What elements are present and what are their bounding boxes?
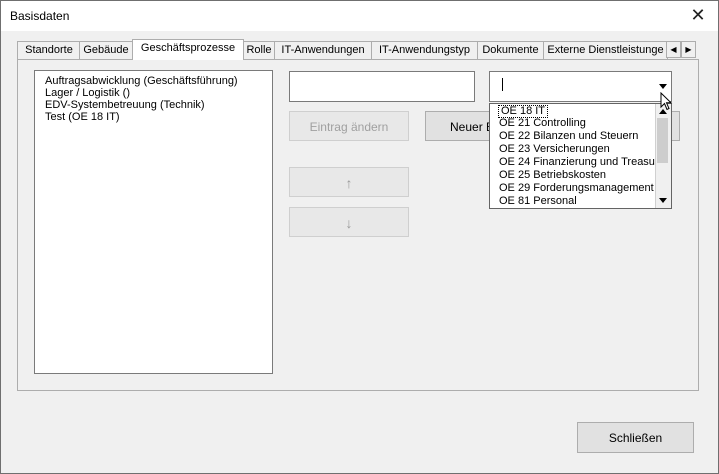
dropdown-scrollbar[interactable] <box>655 104 671 208</box>
tab-scroll-left-button[interactable]: ◀ <box>666 41 681 58</box>
chevron-left-icon: ◀ <box>670 45 677 54</box>
tab-scroll-right-button[interactable]: ▶ <box>681 41 696 58</box>
dropdown-option[interactable]: OE 24 Finanzierung und Treasury <box>499 156 664 169</box>
tab-standorte[interactable]: Standorte <box>17 41 81 59</box>
tab-gebaeude[interactable]: Gebäude <box>79 41 133 59</box>
mouse-pointer-icon <box>660 92 673 111</box>
tab-dokumente[interactable]: Dokumente <box>477 41 544 59</box>
text-caret <box>502 78 503 91</box>
dropdown-option[interactable]: OE 29 Forderungsmanagement <box>499 182 654 195</box>
list-item[interactable]: EDV-Systembetreuung (Technik) <box>45 99 205 111</box>
tab-geschaeftsprozesse[interactable]: Geschäftsprozesse <box>132 39 244 60</box>
dropdown-option[interactable]: OE 25 Betriebskosten <box>499 169 606 182</box>
dropdown-options: OE 18 IT OE 21 Controlling OE 22 Bilanze… <box>490 104 664 208</box>
list-item[interactable]: Auftragsabwicklung (Geschäftsführung) <box>45 75 238 87</box>
tab-it-anwendungen[interactable]: IT-Anwendungen <box>274 41 372 59</box>
department-combobox[interactable] <box>489 71 672 102</box>
dropdown-option[interactable]: OE 23 Versicherungen <box>499 143 610 156</box>
process-name-input[interactable] <box>289 71 475 102</box>
arrow-up-icon: ↑ <box>345 175 353 191</box>
dropdown-option[interactable]: OE 81 Personal <box>499 195 577 208</box>
list-item[interactable]: Lager / Logistik () <box>45 87 130 99</box>
arrow-down-icon: ↓ <box>345 215 353 231</box>
scroll-thumb[interactable] <box>657 118 668 163</box>
tab-externe-dienstleistungen[interactable]: Externe Dienstleistunge <box>543 41 668 59</box>
tab-it-anwendungstyp[interactable]: IT-Anwendungstyp <box>371 41 478 59</box>
move-down-button[interactable]: ↓ <box>289 207 409 237</box>
title-bar: Basisdaten ✕ <box>1 1 718 31</box>
scroll-down-icon[interactable] <box>659 198 667 203</box>
move-up-button[interactable]: ↑ <box>289 167 409 197</box>
department-dropdown-list[interactable]: OE 18 IT OE 21 Controlling OE 22 Bilanze… <box>489 103 672 209</box>
process-listbox[interactable]: Auftragsabwicklung (Geschäftsführung) La… <box>34 70 273 374</box>
chevron-right-icon: ▶ <box>685 45 692 54</box>
close-icon[interactable]: ✕ <box>686 4 710 26</box>
dropdown-option[interactable]: OE 22 Bilanzen und Steuern <box>499 130 638 143</box>
list-item[interactable]: Test (OE 18 IT) <box>45 111 120 123</box>
tab-rolle[interactable]: Rolle <box>243 41 275 59</box>
close-button[interactable]: Schließen <box>577 422 694 453</box>
window-title: Basisdaten <box>10 9 70 23</box>
edit-entry-button[interactable]: Eintrag ändern <box>289 111 409 141</box>
dropdown-option[interactable]: OE 21 Controlling <box>499 117 586 130</box>
